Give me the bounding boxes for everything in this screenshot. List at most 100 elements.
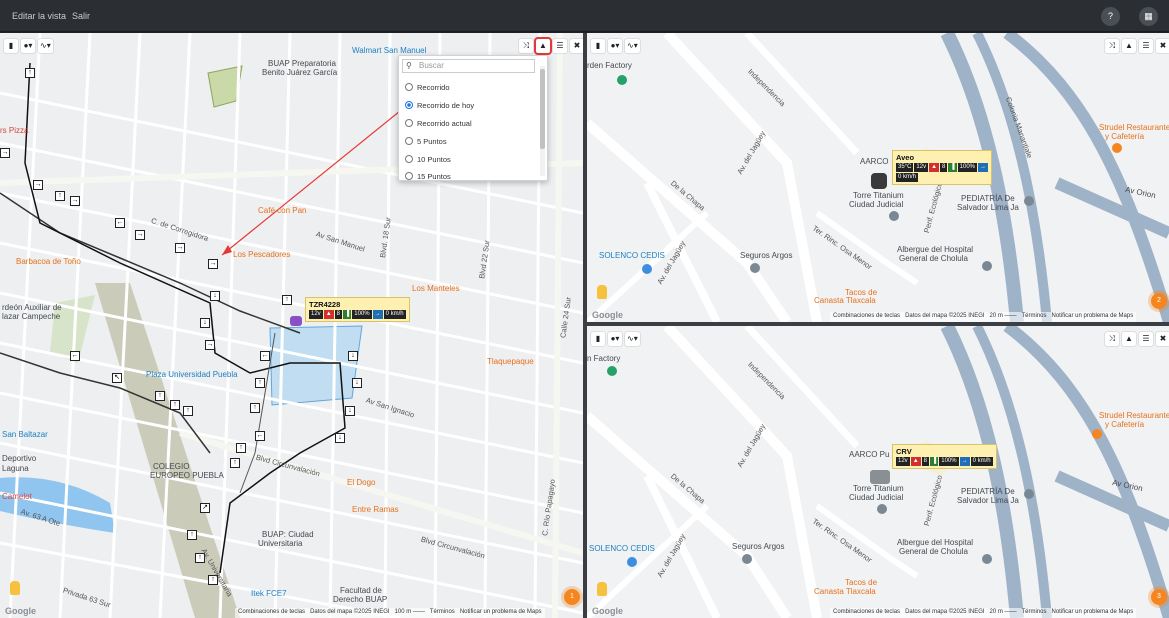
apps-grid-icon[interactable]: ▦ <box>1139 7 1158 26</box>
vehicle-icon[interactable] <box>870 470 890 484</box>
route-marker[interactable]: ↑ <box>155 391 165 401</box>
list-icon[interactable]: ☰ <box>1139 332 1153 346</box>
terms-link[interactable]: Términos <box>1021 313 1046 319</box>
route-marker[interactable]: ↑ <box>170 400 180 410</box>
shortcuts-link[interactable]: Combinaciones de teclas <box>833 313 900 319</box>
map-panel-bottom-right[interactable]: n Factory Independencia Av. del Jagüey A… <box>587 326 1169 618</box>
route-marker[interactable]: ↓ <box>345 406 355 416</box>
layers-icon[interactable]: ▮ <box>591 332 605 346</box>
radio-icon[interactable] <box>405 119 413 127</box>
trash-icon[interactable]: ✖ <box>1156 332 1169 346</box>
radio-icon[interactable] <box>405 101 413 109</box>
option-recorrido[interactable]: Recorrido <box>405 81 450 93</box>
route-marker[interactable]: ↑ <box>230 458 240 468</box>
shortcuts-link[interactable]: Combinaciones de teclas <box>833 609 900 615</box>
google-logo: Google <box>5 606 36 616</box>
map-panel-top-right[interactable]: rden Factory Independencia Av. del Jagüe… <box>587 33 1169 322</box>
route-marker[interactable]: → <box>208 259 218 269</box>
logout-link[interactable]: Salir <box>72 11 90 21</box>
report-link[interactable]: Notificar un problema de Maps <box>1051 313 1133 319</box>
option-15-puntos[interactable]: 15 Puntos <box>405 171 451 181</box>
signal-chip: ▐ <box>948 163 957 172</box>
route-marker[interactable]: ← <box>70 351 80 361</box>
map-toolbar-right: ⤨ ▲ ☰ ✖ <box>519 37 583 55</box>
option-recorrido-hoy[interactable]: Recorrido de hoy <box>405 99 474 111</box>
route-marker[interactable]: ↓ <box>348 351 358 361</box>
vehicle-icon[interactable] <box>871 173 887 189</box>
shuffle-icon[interactable]: ⤨ <box>1105 39 1119 53</box>
dropdown-search-input[interactable]: ⚲ Buscar <box>402 59 535 73</box>
poi-aarco: AARCO Pu <box>849 450 890 459</box>
option-5-puntos[interactable]: 5 Puntos <box>405 135 447 147</box>
vehicle-name: CRV <box>896 447 912 456</box>
road-icon[interactable]: ▲ <box>1122 39 1136 53</box>
vehicle-card-crv[interactable]: CRV 12v ▲ 8 ▐ 100% → 0 km/h <box>892 444 997 469</box>
route-marker[interactable]: ↑ <box>55 191 65 201</box>
pin-dropdown[interactable]: ●▾ <box>21 39 35 53</box>
route-marker[interactable]: ↓ <box>200 318 210 328</box>
dropdown-scrollbar[interactable] <box>540 66 545 176</box>
cluster-badge[interactable]: 3 <box>1151 589 1167 605</box>
vehicle-card-tzr4228[interactable]: TZR4228 12v ▲ 8 ▐ 100% → 0 km/h <box>305 297 410 322</box>
route-dropdown[interactable]: ∿▾ <box>38 39 53 53</box>
radio-icon[interactable] <box>405 172 413 180</box>
route-marker[interactable]: → <box>205 340 215 350</box>
street-view-pegman-icon[interactable] <box>597 582 607 596</box>
radio-icon[interactable] <box>405 137 413 145</box>
route-options-dropdown[interactable]: ⚲ Buscar Recorrido Recorrido de hoy Reco… <box>398 55 548 181</box>
route-dropdown[interactable]: ∿▾ <box>625 332 640 346</box>
report-link[interactable]: Notificar un problema de Maps <box>460 609 542 615</box>
route-marker[interactable]: ↑ <box>282 295 292 305</box>
route-marker[interactable]: ↗ <box>200 503 210 513</box>
route-marker[interactable]: ↓ <box>210 291 220 301</box>
pin-dropdown[interactable]: ●▾ <box>608 332 622 346</box>
route-marker[interactable]: → <box>70 196 80 206</box>
route-marker[interactable]: ↑ <box>25 68 35 78</box>
help-icon[interactable]: ? <box>1101 7 1120 26</box>
road-icon[interactable]: ▲ <box>534 37 552 55</box>
street-view-pegman-icon[interactable] <box>10 581 20 595</box>
report-link[interactable]: Notificar un problema de Maps <box>1051 609 1133 615</box>
list-icon[interactable]: ☰ <box>1139 39 1153 53</box>
radio-icon[interactable] <box>405 155 413 163</box>
shuffle-icon[interactable]: ⤨ <box>519 39 533 53</box>
layers-icon[interactable]: ▮ <box>4 39 18 53</box>
route-marker[interactable]: ↑ <box>236 443 246 453</box>
option-recorrido-actual[interactable]: Recorrido actual <box>405 117 472 129</box>
route-marker[interactable]: ↑ <box>183 406 193 416</box>
cluster-badge[interactable]: 2 <box>1151 293 1167 309</box>
route-marker[interactable]: ← <box>255 431 265 441</box>
option-10-puntos[interactable]: 10 Puntos <box>405 153 451 165</box>
terms-link[interactable]: Términos <box>1021 609 1046 615</box>
shuffle-icon[interactable]: ⤨ <box>1105 332 1119 346</box>
edit-view-link[interactable]: Editar la vista <box>12 11 66 21</box>
route-marker[interactable]: → <box>175 243 185 253</box>
route-marker[interactable]: ↓ <box>335 433 345 443</box>
radio-icon[interactable] <box>405 83 413 91</box>
route-marker[interactable]: → <box>33 180 43 190</box>
trash-icon[interactable]: ✖ <box>570 39 583 53</box>
poi-albergue-icon <box>982 261 992 271</box>
route-marker[interactable]: ↓ <box>352 378 362 388</box>
terms-link[interactable]: Términos <box>430 609 455 615</box>
street-view-pegman-icon[interactable] <box>597 285 607 299</box>
route-marker[interactable]: → <box>0 148 10 158</box>
route-marker[interactable]: ↑ <box>187 530 197 540</box>
route-marker[interactable]: ← <box>115 218 125 228</box>
vehicle-card-aveo[interactable]: Aveo 35°C 12v ▲ 8 ▐ 100% → 0 km/h <box>892 150 993 185</box>
trash-icon[interactable]: ✖ <box>1156 39 1169 53</box>
pin-dropdown[interactable]: ●▾ <box>608 39 622 53</box>
shortcuts-link[interactable]: Combinaciones de teclas <box>238 609 305 615</box>
road-icon[interactable]: ▲ <box>1122 332 1136 346</box>
route-marker[interactable]: ↖ <box>112 373 122 383</box>
route-marker[interactable]: ↑ <box>255 378 265 388</box>
route-marker[interactable]: ↑ <box>250 403 260 413</box>
layers-icon[interactable]: ▮ <box>591 39 605 53</box>
route-marker[interactable]: ← <box>260 351 270 361</box>
route-marker[interactable]: → <box>135 230 145 240</box>
list-icon[interactable]: ☰ <box>553 39 567 53</box>
poi-buap-prep: BUAP Preparatoria <box>268 59 336 68</box>
vehicle-icon[interactable] <box>290 316 302 326</box>
cluster-badge[interactable]: 1 <box>564 589 580 605</box>
route-dropdown[interactable]: ∿▾ <box>625 39 640 53</box>
